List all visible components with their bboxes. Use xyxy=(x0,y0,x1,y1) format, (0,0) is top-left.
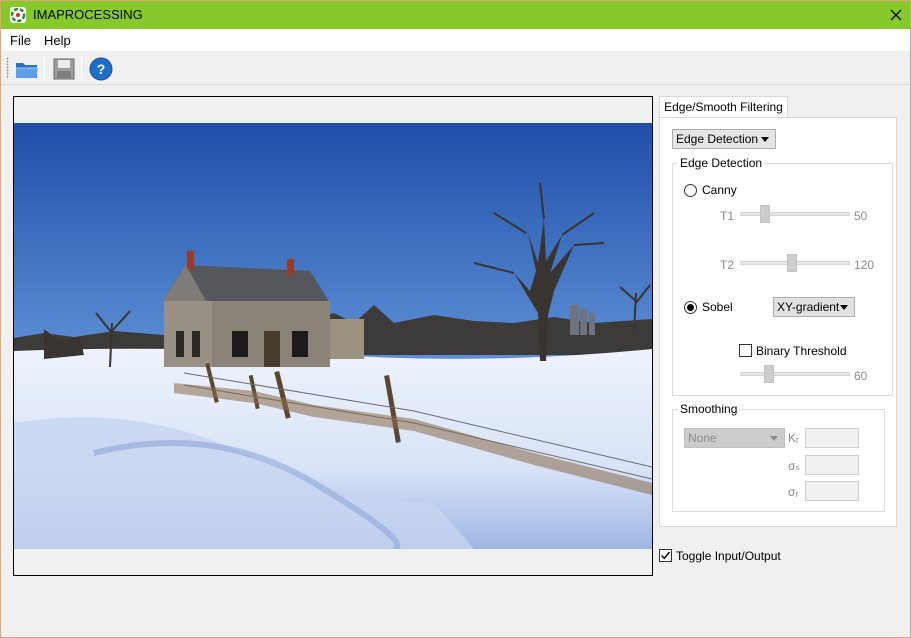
chevron-down-icon xyxy=(840,305,848,310)
t1-slider-thumb[interactable] xyxy=(760,205,770,223)
help-button[interactable]: ? xyxy=(88,56,114,82)
chevron-down-icon xyxy=(770,436,778,441)
smoothing-filter-combo-value: None xyxy=(688,431,717,445)
image-view[interactable] xyxy=(13,96,653,576)
binary-threshold-slider-track[interactable] xyxy=(740,372,850,376)
input-photo xyxy=(14,123,652,549)
svg-text:?: ? xyxy=(97,61,106,77)
tab-edge-smooth-filtering[interactable]: Edge/Smooth Filtering xyxy=(659,96,788,118)
open-button[interactable] xyxy=(14,56,40,82)
checkmark-icon xyxy=(661,551,671,560)
t1-value: 50 xyxy=(854,209,868,223)
toolbar-grip[interactable] xyxy=(6,57,9,79)
toolbar-separator xyxy=(44,57,45,79)
sigma-s-field[interactable] xyxy=(805,455,859,475)
sigma-r-label: σᵣ xyxy=(788,485,799,499)
sobel-radio[interactable] xyxy=(684,301,697,314)
open-folder-icon xyxy=(16,63,38,78)
edge-detection-group-title: Edge Detection xyxy=(678,156,765,170)
binary-threshold-label: Binary Threshold xyxy=(756,344,847,358)
app-logo-icon xyxy=(10,7,26,23)
kr-label: Kᵣ xyxy=(788,431,799,445)
canny-radio[interactable] xyxy=(684,184,697,197)
toolbar-separator xyxy=(81,57,82,79)
t2-value: 120 xyxy=(854,258,875,272)
mode-combo[interactable]: Edge Detection xyxy=(672,129,776,149)
smoothing-group-title: Smoothing xyxy=(678,402,740,416)
sigma-s-label: σₛ xyxy=(788,459,800,473)
kr-field[interactable] xyxy=(805,428,859,448)
radio-selected-dot xyxy=(687,304,694,311)
binary-threshold-checkbox[interactable] xyxy=(739,344,752,357)
chevron-down-icon xyxy=(761,137,769,142)
toggle-io-checkbox[interactable] xyxy=(659,549,672,562)
save-button[interactable] xyxy=(51,56,77,82)
close-icon xyxy=(890,9,901,21)
mode-combo-value: Edge Detection xyxy=(676,132,759,146)
binary-threshold-slider-thumb[interactable] xyxy=(764,365,774,383)
window-title: IMAPROCESSING xyxy=(33,7,143,22)
t1-label: T1 xyxy=(720,209,735,223)
sigma-r-field[interactable] xyxy=(805,481,859,501)
gradient-combo[interactable]: XY-gradient xyxy=(773,297,855,317)
canny-label: Canny xyxy=(702,183,737,197)
gradient-combo-value: XY-gradient xyxy=(777,300,840,314)
binary-threshold-value: 60 xyxy=(854,369,868,383)
t2-slider-thumb[interactable] xyxy=(787,254,797,272)
title-bar[interactable]: IMAPROCESSING xyxy=(1,1,910,29)
smoothing-filter-combo[interactable]: None xyxy=(684,428,785,448)
sobel-label: Sobel xyxy=(702,300,733,314)
help-icon: ? xyxy=(89,57,113,81)
t1-slider-track[interactable] xyxy=(740,212,850,216)
t2-label: T2 xyxy=(720,258,735,272)
toggle-io-label: Toggle Input/Output xyxy=(676,549,781,563)
toolbar: ? xyxy=(1,51,910,85)
tab-panel: Edge Detection Edge Detection Canny T1 5… xyxy=(659,117,897,527)
close-button[interactable] xyxy=(879,1,910,29)
menu-file[interactable]: File xyxy=(10,33,31,48)
menu-help[interactable]: Help xyxy=(44,33,71,48)
edge-detection-group xyxy=(672,163,893,396)
app-window: IMAPROCESSING File Help ? Edge/Smooth Fi… xyxy=(0,0,911,638)
menu-bar: File Help xyxy=(1,29,910,51)
save-disk-icon xyxy=(53,58,75,80)
